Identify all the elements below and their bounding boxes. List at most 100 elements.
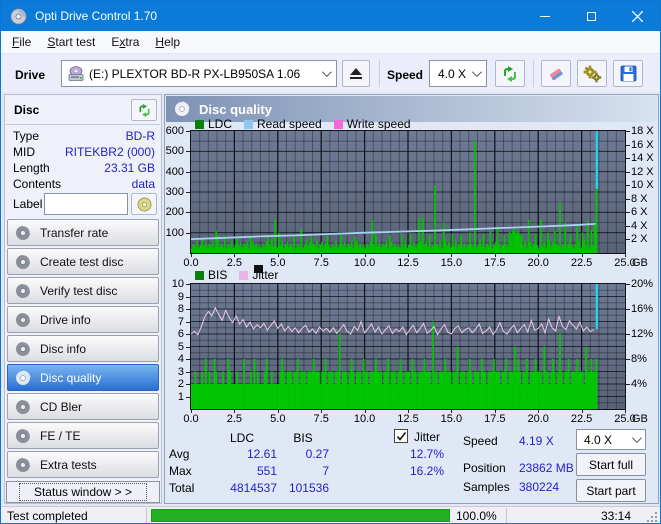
axis-tick [451, 254, 453, 257]
length-label: Length [13, 161, 50, 175]
speed-select[interactable]: 4.0 X [429, 60, 487, 87]
axis-tick [186, 151, 190, 153]
minimize-button[interactable] [522, 1, 568, 31]
sidebar-item-label: Create test disc [40, 254, 124, 269]
divider [6, 124, 160, 125]
menu-item-file[interactable]: File [4, 32, 39, 52]
save-button[interactable] [613, 60, 643, 87]
max-bis-value: 7 [322, 464, 329, 478]
axis-tick [234, 254, 236, 257]
sidebar-item-verify-test-disc[interactable]: Verify test disc [7, 277, 159, 304]
sidebar-item-drive-info[interactable]: Drive info [7, 306, 159, 333]
axis-tick [626, 225, 630, 227]
axis-tick [626, 384, 630, 385]
y-right-tick-label: 16 X [631, 138, 654, 151]
axis-tick [408, 410, 409, 413]
sidebar-item-extra-tests[interactable]: Extra tests [7, 451, 159, 478]
status-window-label: Status window > > [18, 483, 148, 501]
start-full-button[interactable]: Start full [576, 453, 646, 476]
y-left-tick-label: 500 [165, 145, 184, 158]
axis-tick [186, 284, 190, 285]
axis-tick [494, 254, 496, 257]
refresh-button[interactable] [495, 60, 525, 87]
menu-item-start-test[interactable]: Start test [39, 32, 103, 52]
axis-tick [538, 410, 540, 413]
x-tick-label: 0.0 [183, 413, 199, 425]
y-left-tick-label: 400 [165, 165, 184, 178]
start-part-button[interactable]: Start part [576, 479, 646, 502]
sidebar-item-fe-te[interactable]: FE / TE [7, 422, 159, 449]
axis-tick [625, 254, 626, 257]
x-tick-label: 10.0 [353, 257, 376, 269]
panel-title: Disc quality [199, 101, 272, 117]
menu-item-extra[interactable]: Extra [103, 32, 147, 52]
label-input[interactable] [44, 193, 128, 215]
maximize-icon [586, 11, 596, 21]
x-tick-label: 15.0 [440, 413, 463, 425]
drive-select[interactable]: (E:) PLEXTOR BD-R PX-LB950SA 1.06 [61, 60, 337, 87]
bis-chart-legend: BIS Jitter [195, 268, 290, 282]
x-tick-label: 2.5 [226, 257, 243, 269]
ldc-chart-legend: LDC Read speed Write speed [195, 117, 423, 131]
speed-select-value: 4.0 X [438, 66, 467, 81]
type-value: BD-R [125, 129, 155, 143]
close-icon [631, 10, 643, 22]
cd-icon [15, 369, 31, 386]
menu-item-help[interactable]: Help [147, 32, 188, 52]
y-left-tick-label: 200 [165, 206, 184, 219]
menubar: File Start test Extra Help [1, 31, 660, 54]
axis-tick [451, 410, 453, 413]
avg-jitter-value: 12.7% [409, 447, 444, 461]
total-row-label: Total [169, 481, 195, 495]
sidebar-item-disc-quality[interactable]: Disc quality [7, 364, 159, 391]
disc-refresh-button[interactable] [131, 99, 157, 121]
eject-button[interactable] [342, 60, 370, 87]
disc-type-row: Type BD-R [13, 129, 155, 144]
axis-tick [186, 371, 190, 373]
statusbar-separator [506, 508, 507, 523]
y-right-tick-label: 6 X [631, 206, 648, 219]
resize-grip[interactable] [645, 510, 657, 522]
sidebar-item-label: Disc info [40, 341, 87, 356]
y-left-tick-label: 7 [177, 315, 184, 328]
test-speed-select[interactable]: 4.0 X [576, 429, 646, 450]
x-tick-label: 7.5 [313, 413, 329, 425]
cd-icon [15, 427, 31, 444]
status-window-button[interactable]: Status window > > [6, 481, 160, 503]
axis-tick [191, 254, 192, 257]
disc-mid-row: MID RITEKBR2 (000) [13, 145, 155, 160]
y-left-tick-label: 4 [177, 353, 184, 365]
close-button[interactable] [614, 1, 660, 31]
y-left-tick-label: 2 [177, 378, 184, 390]
app-window: Opti Drive Control 1.70 File Start test Ex… [0, 0, 661, 524]
app-icon [10, 7, 27, 25]
x-tick-label: 22.5 [570, 257, 593, 269]
settings-button[interactable] [577, 60, 607, 87]
max-ldc-value: 551 [256, 464, 277, 478]
elapsed-time: 33:14 [600, 509, 631, 523]
ldc-legend-label: LDC [208, 117, 233, 131]
avg-row-label: Avg [169, 447, 190, 461]
drive-select-value: (E:) PLEXTOR BD-R PX-LB950SA 1.06 [89, 66, 301, 81]
sidebar-item-label: Drive info [40, 312, 91, 327]
sidebar-item-transfer-rate[interactable]: Transfer rate [7, 219, 159, 246]
x-tick-label: 12.5 [397, 257, 419, 269]
y-left-tick-label: 5 [177, 340, 184, 353]
mid-label: MID [13, 145, 35, 159]
drive-label: Drive [15, 68, 46, 82]
maximize-button[interactable] [568, 1, 614, 31]
minimize-icon [540, 15, 550, 17]
axis-tick [186, 334, 190, 335]
axis-tick [186, 346, 190, 348]
y-left-tick-label: 6 [177, 328, 184, 340]
axis-tick [626, 198, 630, 200]
axis-tick [581, 410, 583, 413]
sidebar-item-cd-bler[interactable]: CD Bler [7, 393, 159, 420]
position-stat-value: 23862 MB [519, 461, 574, 475]
sidebar-item-create-test-disc[interactable]: Create test disc [7, 248, 159, 275]
erase-button[interactable] [541, 60, 571, 87]
sidebar-item-disc-info[interactable]: Disc info [7, 335, 159, 362]
progress-bar [151, 509, 450, 522]
jitter-checkbox[interactable] [394, 429, 408, 443]
total-bis-value: 101536 [288, 481, 329, 495]
